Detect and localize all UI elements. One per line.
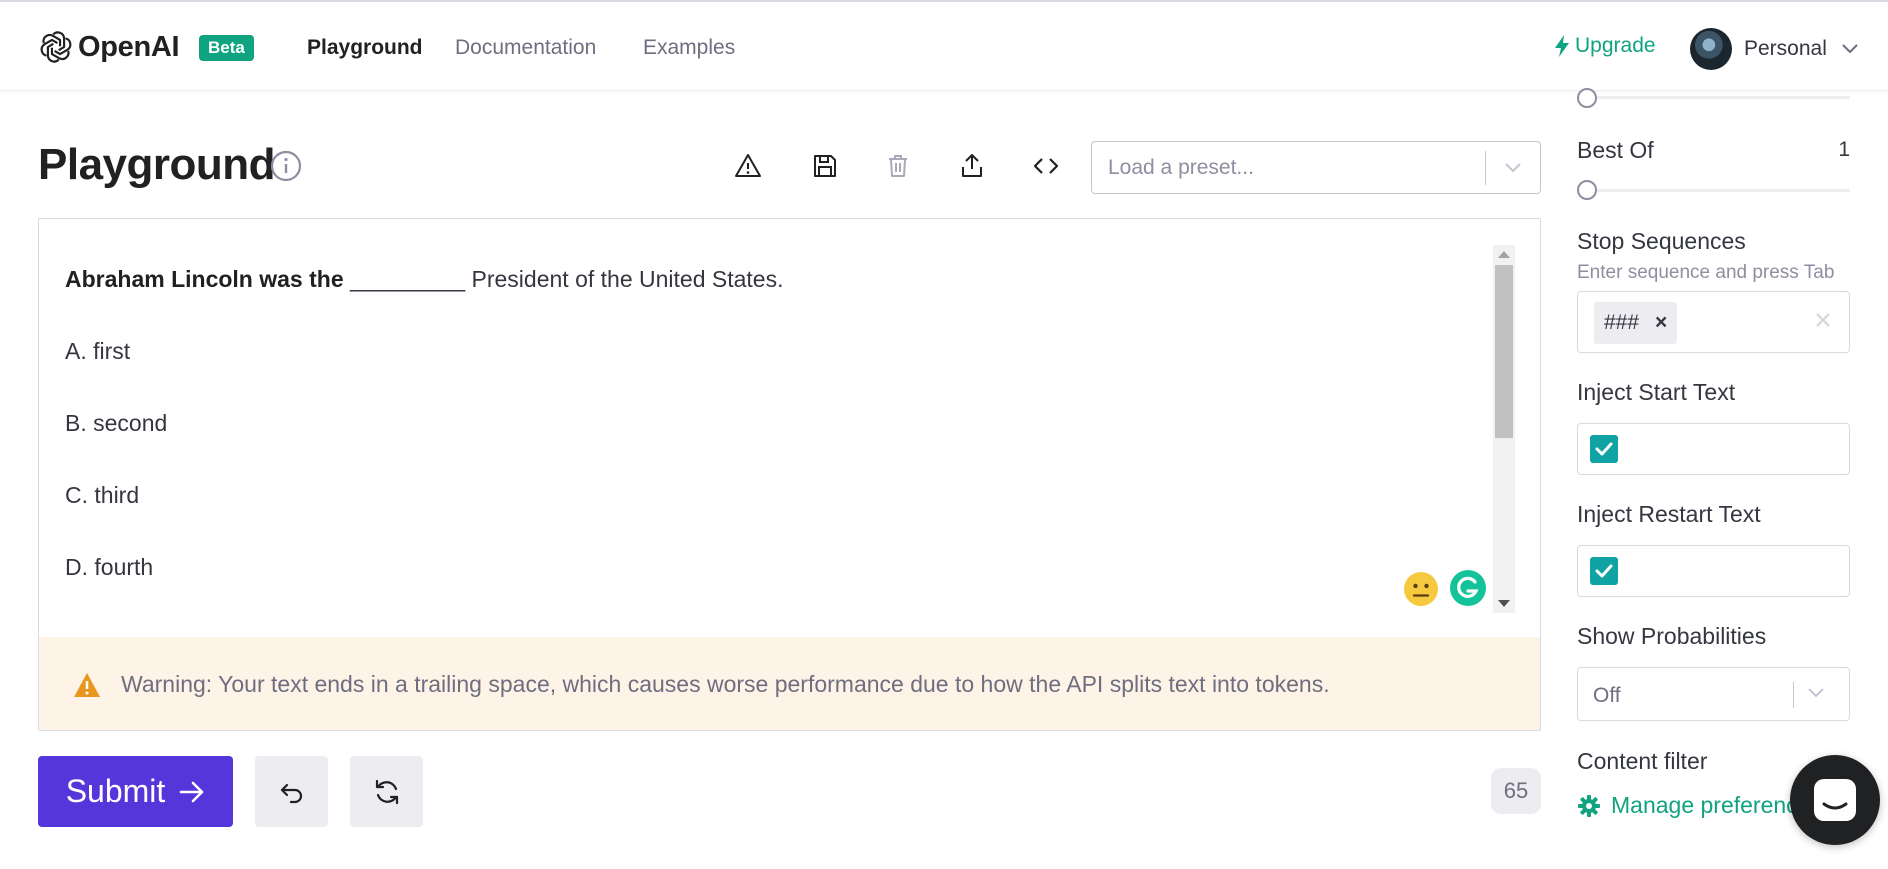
avatar[interactable] (1690, 28, 1732, 70)
check-icon (1595, 442, 1613, 456)
inject-start-label: Inject Start Text (1577, 379, 1736, 405)
inject-start-field[interactable] (1577, 423, 1850, 475)
inject-restart-field[interactable] (1577, 545, 1850, 597)
stop-sequences-input[interactable]: ### × (1577, 291, 1850, 353)
submit-label: Submit (65, 773, 166, 809)
beta-badge: Beta (199, 35, 254, 61)
stop-sequence-tag-label: ### (1604, 311, 1640, 334)
neutral-face-icon[interactable] (1403, 571, 1439, 607)
manage-preferences-link[interactable]: Manage preferences (1577, 792, 1822, 819)
delete-button[interactable] (878, 146, 918, 186)
inject-start-checkbox[interactable] (1590, 435, 1618, 463)
grammarly-icon[interactable] (1449, 569, 1487, 607)
account-menu[interactable]: Personal (1744, 37, 1859, 61)
openai-logo[interactable]: OpenAI (38, 29, 180, 65)
save-button[interactable] (805, 146, 845, 186)
warning-text: Warning: Your text ends in a trailing sp… (121, 671, 1330, 697)
stop-sequences-hint: Enter sequence and press Tab (1577, 262, 1835, 283)
lightning-icon (1555, 35, 1569, 57)
inject-restart-checkbox[interactable] (1590, 557, 1618, 585)
nav-link-documentation[interactable]: Documentation (455, 36, 596, 60)
editor-line-text: _________ President of the United States… (350, 266, 784, 292)
prompt-editor[interactable]: Abraham Lincoln was the _________ Presid… (38, 218, 1541, 731)
clear-icon[interactable] (1813, 310, 1833, 330)
chevron-down-icon (1808, 688, 1824, 698)
token-count: 65 (1491, 768, 1541, 814)
undo-button[interactable] (255, 756, 328, 827)
refresh-icon (375, 779, 398, 804)
editor-line-bold: Abraham Lincoln was the (65, 266, 350, 292)
remove-tag-icon[interactable]: × (1655, 311, 1667, 335)
inject-restart-label: Inject Restart Text (1577, 501, 1761, 527)
code-icon (1033, 158, 1059, 174)
editor-line-text: B. second (65, 410, 168, 436)
best-of-label: Best Of (1577, 137, 1654, 163)
editor-line: D. fourth (65, 531, 1485, 603)
content-filter-label: Content filter (1577, 748, 1708, 774)
upgrade-label: Upgrade (1575, 34, 1656, 57)
editor-line: C. third (65, 459, 1485, 531)
editor-line-text: C. third (65, 482, 140, 508)
account-label: Personal (1744, 37, 1827, 60)
nav-link-playground[interactable]: Playground (307, 36, 423, 60)
gear-icon (1578, 794, 1600, 817)
chevron-down-icon (1486, 162, 1540, 174)
top-navigation: OpenAI Beta Playground Documentation Exa… (0, 0, 1888, 91)
editor-line: Abraham Lincoln was the _________ Presid… (65, 243, 1485, 315)
select-divider (1793, 682, 1794, 708)
trash-icon (889, 155, 907, 177)
check-icon (1595, 564, 1613, 578)
show-probabilities-label: Show Probabilities (1577, 623, 1767, 649)
undo-icon (280, 783, 302, 803)
upgrade-link[interactable]: Upgrade (1553, 34, 1656, 58)
slider-track[interactable] (1577, 96, 1850, 99)
show-probabilities-value: Off (1593, 684, 1621, 707)
chat-icon (1814, 779, 1856, 821)
slider-knob[interactable] (1577, 88, 1597, 108)
stop-sequence-tag: ### × (1594, 302, 1678, 344)
openai-logo-icon (40, 31, 72, 63)
scroll-up-arrow[interactable] (1498, 251, 1510, 258)
best-of-slider-knob[interactable] (1577, 180, 1597, 200)
trailing-space-warning: Warning: Your text ends in a trailing sp… (39, 637, 1540, 730)
help-chat-button[interactable] (1790, 755, 1880, 845)
view-code-button[interactable] (1026, 146, 1066, 186)
regenerate-button[interactable] (350, 756, 423, 827)
scrollbar-thumb[interactable] (1495, 265, 1513, 438)
scroll-down-arrow[interactable] (1498, 600, 1510, 607)
page-title: Playground (38, 140, 276, 189)
nav-link-examples[interactable]: Examples (643, 36, 735, 60)
submit-button[interactable]: Submit (38, 756, 233, 827)
report-warning-button[interactable] (728, 146, 768, 186)
best-of-value: 1 (1838, 138, 1850, 161)
save-icon (814, 155, 836, 177)
warning-icon (735, 154, 761, 177)
show-probabilities-select[interactable]: Off (1577, 667, 1850, 721)
editor-line: B. second (65, 387, 1485, 459)
best-of-slider-track[interactable] (1577, 189, 1850, 192)
editor-line-text: A. first (65, 338, 131, 364)
prompt-textarea[interactable]: Abraham Lincoln was the _________ Presid… (65, 243, 1485, 603)
brand-name: OpenAI (78, 30, 180, 63)
preset-placeholder: Load a preset... (1108, 155, 1254, 179)
info-icon[interactable] (270, 150, 302, 182)
arrow-right-icon (179, 781, 204, 802)
editor-line: A. first (65, 315, 1485, 387)
warning-icon (74, 672, 100, 697)
editor-line-text: D. fourth (65, 554, 154, 580)
chevron-down-icon (1842, 44, 1858, 54)
share-icon (962, 154, 982, 177)
stop-sequences-label: Stop Sequences (1577, 228, 1746, 254)
editor-scrollbar[interactable] (1493, 245, 1515, 613)
share-button[interactable] (952, 146, 992, 186)
settings-panel: Best Of 1 Stop Sequences Enter sequence … (1577, 88, 1888, 869)
preset-select[interactable]: Load a preset... (1091, 141, 1541, 194)
